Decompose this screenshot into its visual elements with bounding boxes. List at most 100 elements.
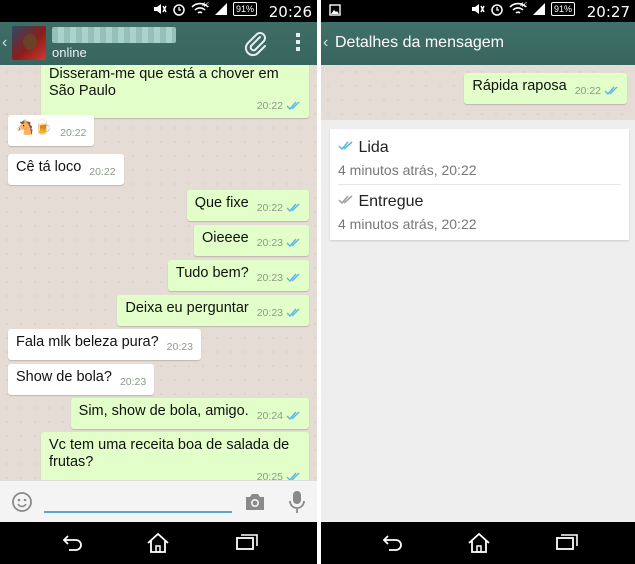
- message-text: Oieeee: [201, 230, 249, 246]
- nav-back-icon[interactable]: [380, 532, 404, 552]
- battery-indicator: 91%: [232, 2, 257, 16]
- page-title[interactable]: Detalhes da mensagem: [335, 34, 504, 52]
- receipt-time-read: 4 minutos atrás, 20:22: [338, 162, 477, 178]
- receipt-label-read: Lida: [358, 139, 389, 156]
- chat-screen: 4G 91% 20:26 ‹ online Disseram-me que es…: [0, 0, 317, 564]
- status-time: 20:26: [268, 3, 312, 21]
- message-bubble-incoming[interactable]: Show de bola? 20:23: [8, 364, 155, 395]
- message-bubble-outgoing[interactable]: Sim, show de bola, amigo. 20:24: [70, 398, 309, 429]
- wifi-icon: 4G: [191, 2, 209, 14]
- message-bubble-incoming[interactable]: Cê tá loco 20:22: [8, 154, 124, 185]
- microphone-icon[interactable]: [289, 490, 305, 514]
- message-bubble-outgoing[interactable]: Disseram-me que está a chover em São Pau…: [41, 65, 309, 118]
- message-meta: 20:23: [257, 305, 301, 322]
- message-time: 20:23: [256, 307, 283, 319]
- screenshot-notification-icon: [329, 4, 341, 16]
- contact-status: online: [52, 45, 87, 60]
- message-text: 🐴🍺: [16, 120, 53, 136]
- status-bar: 4G 91% 20:27: [321, 0, 635, 22]
- nav-recents-icon[interactable]: [555, 532, 579, 552]
- message-time: 20:23: [166, 341, 193, 353]
- message-text: Tudo bem?: [175, 265, 249, 281]
- message-text: Deixa eu perguntar: [125, 300, 249, 316]
- receipt-time-delivered: 4 minutos atrás, 20:22: [338, 216, 477, 232]
- message-meta: 20:25: [257, 469, 301, 480]
- read-ticks-icon: [286, 273, 300, 282]
- read-ticks-icon: [286, 472, 300, 480]
- message-details-screen: 4G 91% 20:27 ‹ Detalhes da mensagem Rápi…: [321, 0, 635, 564]
- card-divider: [338, 184, 621, 185]
- message-meta: 20:22: [575, 83, 619, 100]
- details-header: ‹ Detalhes da mensagem: [321, 22, 635, 65]
- camera-icon[interactable]: [244, 492, 266, 512]
- nav-home-icon[interactable]: [467, 532, 491, 554]
- wifi-icon: 4G: [509, 2, 527, 14]
- message-time: 20:22: [60, 127, 87, 139]
- contact-name-redacted[interactable]: [52, 27, 176, 43]
- mute-icon: [471, 4, 485, 14]
- message-text: Sim, show de bola, amigo.: [78, 403, 249, 419]
- attach-clip-icon[interactable]: [243, 31, 269, 57]
- message-meta: 20:23: [257, 235, 301, 252]
- message-bubble-incoming[interactable]: Fala mlk beleza pura? 20:23: [8, 329, 201, 360]
- mute-icon: [153, 4, 167, 14]
- nav-home-icon[interactable]: [146, 532, 170, 554]
- receipt-row-delivered: Entregue 4 minutos atrás, 20:22: [338, 193, 621, 232]
- message-meta: 20:22: [89, 164, 115, 181]
- message-text: Show de bola?: [16, 369, 112, 385]
- receipt-card: Lida 4 minutos atrás, 20:22 Entregue 4 m…: [330, 129, 629, 240]
- message-bubble-outgoing[interactable]: Deixa eu perguntar 20:23: [117, 295, 309, 326]
- message-text: Disseram-me que está a chover em São Pau…: [49, 66, 279, 99]
- message-meta: 20:24: [257, 408, 301, 425]
- read-ticks-icon: [286, 411, 300, 420]
- back-chevron-icon[interactable]: ‹: [323, 34, 328, 52]
- message-bubble-outgoing[interactable]: Vc tem uma receita boa de salada de frut…: [41, 432, 309, 480]
- message-text: Fala mlk beleza pura?: [16, 334, 159, 350]
- alarm-icon: [173, 4, 185, 16]
- message-bubble-outgoing[interactable]: Oieeee 20:23: [193, 225, 309, 256]
- message-preview-area: Rápida raposa 20:22: [321, 65, 635, 120]
- message-meta: 20:23: [120, 374, 146, 391]
- read-ticks-icon: [604, 86, 618, 95]
- message-meta: 20:22: [60, 125, 86, 142]
- message-meta: 20:22: [257, 200, 301, 217]
- chat-area[interactable]: Disseram-me que está a chover em São Pau…: [0, 65, 317, 480]
- message-input[interactable]: [44, 491, 232, 513]
- status-time: 20:27: [586, 3, 630, 21]
- message-bubble-outgoing[interactable]: Rápida raposa 20:22: [464, 73, 627, 104]
- receipt-row-read: Lida 4 minutos atrás, 20:22: [338, 139, 621, 178]
- message-bubble-incoming[interactable]: 🐴🍺 20:22: [8, 115, 95, 146]
- back-chevron-icon[interactable]: ‹: [2, 34, 7, 52]
- details-body: Lida 4 minutos atrás, 20:22 Entregue 4 m…: [321, 120, 635, 522]
- overflow-menu-icon[interactable]: [296, 33, 301, 54]
- emoji-icon[interactable]: [11, 491, 33, 513]
- message-time: 20:25: [256, 471, 283, 480]
- message-meta: 20:22: [257, 98, 301, 115]
- nav-back-icon[interactable]: [60, 532, 84, 552]
- message-time: 20:22: [89, 166, 116, 178]
- nav-recents-icon[interactable]: [235, 532, 259, 552]
- message-bubble-outgoing[interactable]: Tudo bem? 20:23: [167, 260, 309, 291]
- message-time: 20:22: [574, 85, 601, 97]
- message-time: 20:22: [256, 202, 283, 214]
- delivered-ticks-icon: [338, 195, 353, 205]
- contact-avatar[interactable]: [12, 26, 46, 60]
- svg-text:4G: 4G: [520, 2, 527, 9]
- message-bubble-outgoing[interactable]: Que fixe 20:22: [186, 190, 309, 221]
- signal-icon: [532, 3, 545, 15]
- signal-icon: [214, 3, 227, 15]
- nav-bar: [321, 522, 635, 564]
- status-bar: 4G 91% 20:26: [0, 0, 317, 22]
- input-bar: [0, 480, 317, 522]
- message-text: Rápida raposa: [472, 78, 567, 94]
- battery-indicator: 91%: [550, 2, 575, 16]
- message-text: Cê tá loco: [16, 159, 82, 175]
- message-text: Que fixe: [194, 195, 249, 211]
- message-time: 20:23: [256, 237, 283, 249]
- message-meta: 20:23: [257, 270, 301, 287]
- message-meta: 20:23: [167, 339, 193, 356]
- chat-header: ‹ online: [0, 22, 317, 65]
- read-ticks-icon: [286, 101, 300, 110]
- message-time: 20:24: [256, 410, 283, 422]
- message-time: 20:23: [119, 376, 147, 388]
